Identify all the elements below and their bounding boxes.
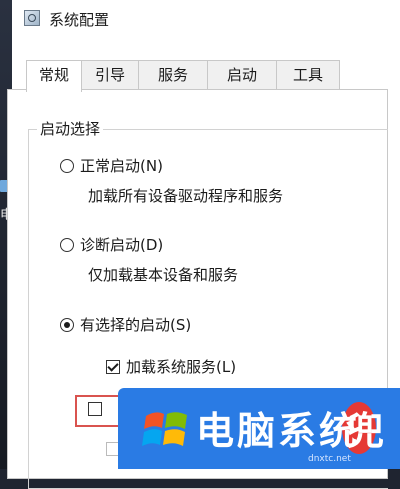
windows-logo-icon: [142, 412, 187, 446]
radio-normal-label: 正常启动(N): [80, 157, 163, 175]
watermark-text: 电脑系统: [196, 408, 361, 453]
msconfig-app-icon: [24, 10, 40, 26]
check-load-startup-items-box[interactable]: [88, 402, 102, 416]
startup-selection-label: 启动选择: [37, 118, 104, 139]
normal-startup-desc: 加载所有设备驱动程序和服务: [88, 187, 284, 205]
tab-bar: 常规 引导 服务 启动 工具: [7, 60, 340, 92]
radio-selective-indicator[interactable]: [60, 317, 74, 332]
site-watermark: 电脑系统 兜 dnxtc.net: [118, 388, 400, 469]
watermark-url: dnxtc.net: [308, 454, 351, 464]
tab-tools[interactable]: 工具: [276, 60, 340, 90]
radio-selective-label: 有选择的启动(S): [80, 316, 192, 334]
check-load-system-services[interactable]: 加载系统服务(L): [106, 356, 236, 377]
tab-general[interactable]: 常规: [26, 60, 82, 92]
radio-normal-startup[interactable]: 正常启动(N): [60, 155, 163, 176]
tab-startup[interactable]: 启动: [207, 60, 277, 90]
tab-services[interactable]: 服务: [138, 60, 208, 90]
radio-diagnostic-indicator[interactable]: [60, 237, 74, 252]
radio-selective-startup[interactable]: 有选择的启动(S): [60, 314, 191, 335]
diagnostic-startup-desc: 仅加载基本设备和服务: [88, 266, 239, 284]
tab-boot[interactable]: 引导: [81, 60, 139, 90]
check-load-system-services-label: 加载系统服务(L): [126, 358, 237, 376]
radio-diagnostic-label: 诊断启动(D): [80, 236, 164, 254]
title-bar[interactable]: 系统配置: [12, 0, 400, 44]
window-title: 系统配置: [49, 11, 110, 29]
check-load-system-services-box[interactable]: [106, 359, 120, 374]
watermark-accent-char: 兜: [346, 408, 385, 453]
radio-diagnostic-startup[interactable]: 诊断启动(D): [60, 234, 163, 255]
radio-normal-indicator[interactable]: [60, 158, 74, 173]
